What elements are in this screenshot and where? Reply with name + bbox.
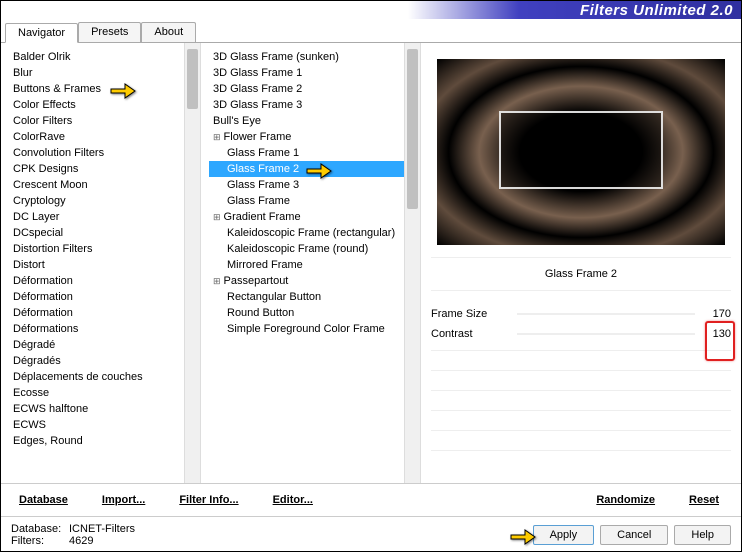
filter-item[interactable]: Kaleidoscopic Frame (rectangular) [209,225,404,241]
tab-navigator[interactable]: Navigator [5,23,78,43]
category-item[interactable]: Crescent Moon [9,177,184,193]
category-item[interactable]: Distortion Filters [9,241,184,257]
filter-column: 3D Glass Frame (sunken)3D Glass Frame 13… [201,43,421,483]
category-item[interactable]: Edges, Round [9,433,184,449]
filter-item[interactable]: Glass Frame 1 [209,145,404,161]
category-item[interactable]: Convolution Filters [9,145,184,161]
filter-name-label: Glass Frame 2 [431,257,731,284]
filter-item[interactable]: 3D Glass Frame (sunken) [209,49,404,65]
filter-item[interactable]: Flower Frame [209,129,404,145]
scrollbar-thumb[interactable] [407,49,418,209]
highlight-box-icon [705,321,735,361]
tab-bar: Navigator Presets About [1,19,741,43]
filter-list[interactable]: 3D Glass Frame (sunken)3D Glass Frame 13… [201,43,404,483]
filter-item[interactable]: 3D Glass Frame 3 [209,97,404,113]
filters-label: Filters: [11,535,69,547]
category-item[interactable]: Ecosse [9,385,184,401]
app-title: Filters Unlimited 2.0 [580,2,733,19]
category-item[interactable]: Distort [9,257,184,273]
filter-item[interactable]: Gradient Frame [209,209,404,225]
main-area: Balder OlrikBlurButtons & FramesColor Ef… [1,43,741,483]
category-item[interactable]: Déformations [9,321,184,337]
slider-label: Frame Size [431,308,511,320]
filter-item[interactable]: Round Button [209,305,404,321]
category-item[interactable]: ECWS halftone [9,401,184,417]
category-item[interactable]: Dégradés [9,353,184,369]
footer-buttons: Apply Cancel Help [533,525,731,545]
filter-item[interactable]: Rectangular Button [209,289,404,305]
category-list[interactable]: Balder OlrikBlurButtons & FramesColor Ef… [1,43,184,483]
db-label: Database: [11,523,69,535]
footer-info: Database: ICNET-Filters Filters: 4629 [11,523,311,547]
reset-button[interactable]: Reset [681,490,727,510]
slider-track[interactable] [517,333,695,335]
apply-button[interactable]: Apply [533,525,595,545]
filter-info-button[interactable]: Filter Info... [171,490,246,510]
category-item[interactable]: Blur [9,65,184,81]
scrollbar-thumb[interactable] [187,49,198,109]
category-item[interactable]: Cryptology [9,193,184,209]
category-item[interactable]: Color Filters [9,113,184,129]
tab-about[interactable]: About [141,22,196,42]
cancel-button[interactable]: Cancel [600,525,668,545]
category-item[interactable]: Déformation [9,305,184,321]
slider-value: 170 [701,308,731,320]
tab-presets[interactable]: Presets [78,22,141,42]
slider-contrast: Contrast 130 [431,324,731,344]
category-item[interactable]: Buttons & Frames [9,81,184,97]
slider-track[interactable] [517,313,695,315]
category-scrollbar[interactable] [184,43,200,483]
category-item[interactable]: Dégradé [9,337,184,353]
preview-image [437,59,725,245]
filters-value: 4629 [69,535,93,547]
help-button[interactable]: Help [674,525,731,545]
category-item[interactable]: Balder Olrik [9,49,184,65]
db-value: ICNET-Filters [69,523,135,535]
category-item[interactable]: Déplacements de couches [9,369,184,385]
titlebar: Filters Unlimited 2.0 [1,1,741,19]
slider-frame-size: Frame Size 170 [431,304,731,324]
filter-item[interactable]: Kaleidoscopic Frame (round) [209,241,404,257]
filter-item[interactable]: Mirrored Frame [209,257,404,273]
category-item[interactable]: Déformation [9,273,184,289]
preview-column: Glass Frame 2 Frame Size 170 Contrast 13… [421,43,741,483]
randomize-button[interactable]: Randomize [588,490,663,510]
category-item[interactable]: ColorRave [9,129,184,145]
link-bar: Database Import... Filter Info... Editor… [1,483,741,516]
filter-item[interactable]: Simple Foreground Color Frame [209,321,404,337]
category-item[interactable]: DCspecial [9,225,184,241]
import-button[interactable]: Import... [94,490,153,510]
database-button[interactable]: Database [11,490,76,510]
category-item[interactable]: Color Effects [9,97,184,113]
category-item[interactable]: ECWS [9,417,184,433]
footer: Database: ICNET-Filters Filters: 4629 Ap… [1,516,741,551]
category-column: Balder OlrikBlurButtons & FramesColor Ef… [1,43,201,483]
filter-item[interactable]: Passepartout [209,273,404,289]
filter-item[interactable]: 3D Glass Frame 1 [209,65,404,81]
category-item[interactable]: Déformation [9,289,184,305]
filter-item[interactable]: Glass Frame 3 [209,177,404,193]
filter-item[interactable]: Glass Frame [209,193,404,209]
slider-label: Contrast [431,328,511,340]
editor-button[interactable]: Editor... [265,490,321,510]
filter-scrollbar[interactable] [404,43,420,483]
filter-item[interactable]: 3D Glass Frame 2 [209,81,404,97]
category-item[interactable]: CPK Designs [9,161,184,177]
category-item[interactable]: DC Layer [9,209,184,225]
filter-item[interactable]: Glass Frame 2 [209,161,404,177]
filter-item[interactable]: Bull's Eye [209,113,404,129]
